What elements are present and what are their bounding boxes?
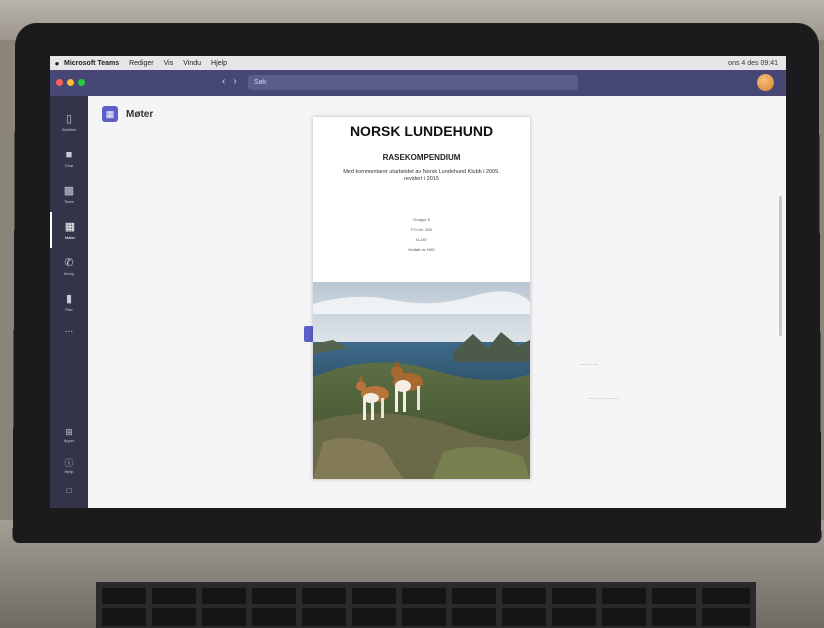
rail-item-label: Hjelp <box>64 469 74 474</box>
help-icon: ⓘ <box>64 458 74 468</box>
apple-icon[interactable]: ● <box>50 59 64 68</box>
mac-menu-bar: ● Microsoft Teams Rediger Vis Vindu Hjel… <box>50 56 786 70</box>
page-header: ▦ Møter <box>102 106 153 122</box>
menu-item-window[interactable]: Vindu <box>183 60 201 67</box>
more-apps-icon[interactable]: ... <box>50 324 88 335</box>
search-placeholder: Søk <box>254 79 267 86</box>
rail-item-help[interactable]: ⓘ Hjelp <box>50 452 88 478</box>
laptop-keyboard <box>96 582 756 628</box>
menu-status-clock[interactable]: ons 4 des 09:41 <box>728 60 778 67</box>
faint-text: — — — — — <box>588 396 619 402</box>
document-subtitle: RASEKOMPENDIUM <box>382 153 461 162</box>
minimize-window-button[interactable] <box>67 79 74 86</box>
page-title: Møter <box>126 108 154 120</box>
calendar-icon: ▦ <box>64 220 76 233</box>
window-controls <box>56 79 85 86</box>
rail-item-label: Anrop <box>63 270 75 276</box>
forward-arrow-icon[interactable]: › <box>233 76 236 87</box>
document-line: FCI-Nr. 265 <box>411 227 432 232</box>
rail-item-label: Chat <box>64 162 74 168</box>
rail-item-activity[interactable]: ▯ Aktivitet <box>50 104 88 140</box>
rail-item-calls[interactable]: ✆ Anrop <box>50 248 88 284</box>
rail-item-meetings[interactable]: ▦ Møter <box>50 212 88 248</box>
meetings-icon: ▦ <box>102 106 118 122</box>
feedback-icon[interactable]: □ <box>50 480 88 500</box>
history-navigation: ‹ › <box>222 76 237 87</box>
scrollbar[interactable] <box>779 196 782 336</box>
rail-item-files[interactable]: ▮ Filer <box>50 284 88 320</box>
menu-item-view[interactable]: Vis <box>164 60 174 67</box>
avatar[interactable] <box>757 74 774 91</box>
menu-item-edit[interactable]: Rediger <box>129 60 154 67</box>
rail-item-label: Aktivitet <box>61 126 76 132</box>
faint-text: — — — <box>580 362 598 368</box>
menu-app-name[interactable]: Microsoft Teams <box>64 60 119 67</box>
rail-item-label: Møter <box>64 234 76 240</box>
laptop-screen: ● Microsoft Teams Rediger Vis Vindu Hjel… <box>50 56 786 508</box>
phone-icon: ✆ <box>64 256 74 269</box>
document-preview[interactable]: NORSK LUNDEHUND RASEKOMPENDIUM Med komme… <box>313 117 530 479</box>
rail-item-label: Filer <box>65 306 73 312</box>
teams-title-bar: ‹ › Søk <box>50 70 786 96</box>
teams-icon: ▩ <box>63 184 75 197</box>
file-icon: ▮ <box>65 292 73 305</box>
rail-item-label: Team <box>64 198 74 204</box>
close-window-button[interactable] <box>56 79 63 86</box>
rail-item-teams[interactable]: ▩ Team <box>50 176 88 212</box>
chat-icon: ■ <box>65 148 73 161</box>
bell-icon: ▯ <box>65 112 73 125</box>
app-rail: ▯ Aktivitet ■ Chat ▩ Team ▦ Møter ✆ Anro… <box>50 96 88 508</box>
rail-item-label: Apper <box>63 438 75 443</box>
search-input[interactable]: Søk <box>248 75 578 90</box>
rail-item-chat[interactable]: ■ Chat <box>50 140 88 176</box>
cover-photo-dogs <box>313 282 530 479</box>
document-line: N-187 <box>416 237 427 242</box>
back-arrow-icon[interactable]: ‹ <box>222 76 225 87</box>
apps-icon: ⊞ <box>65 427 73 437</box>
zoom-window-button[interactable] <box>78 79 85 86</box>
menu-item-help[interactable]: Hjelp <box>211 60 227 67</box>
document-line: Gruppe 5 <box>413 217 430 222</box>
document-description: Med kommentarer utarbeidet av Norsk Lund… <box>343 169 500 182</box>
document-line: Vedtatt av NKK <box>407 247 436 252</box>
feedback-glyph: □ <box>66 485 72 495</box>
document-title: NORSK LUNDEHUND <box>349 123 494 139</box>
rail-item-apps[interactable]: ⊞ Apper <box>50 422 88 448</box>
